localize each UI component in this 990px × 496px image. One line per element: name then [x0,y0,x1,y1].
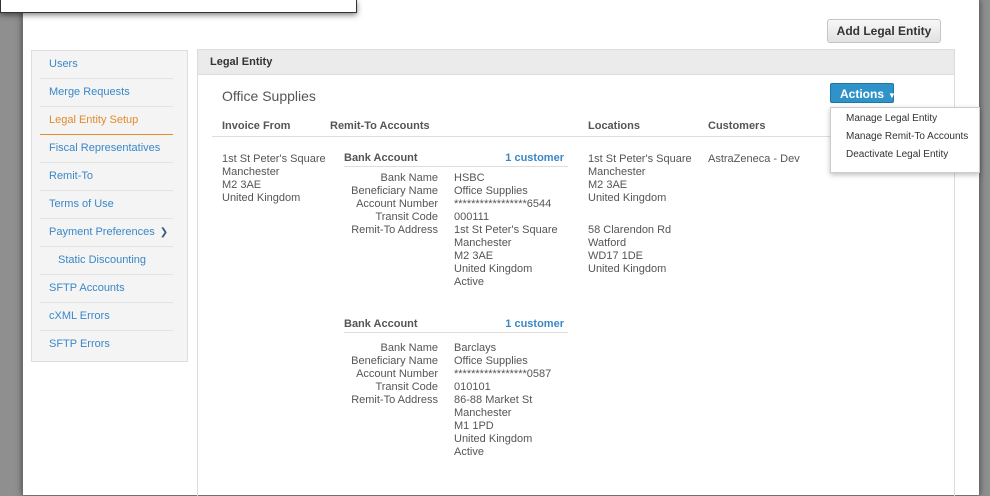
field-value: United Kingdom [454,263,533,275]
sidebar-item-sftp-errors[interactable]: SFTP Errors [40,331,173,358]
header-divider [212,136,930,137]
field-label: Beneficiary Name [351,185,438,197]
field-value: 000111 [454,211,490,223]
field-label: Remit-To Address [351,224,438,236]
field-label: Account Number [356,198,438,210]
invoice-from-line: United Kingdom [222,192,301,204]
sidebar-item-payment-preferences[interactable]: Payment Preferences ❯ [40,219,173,247]
field-label: Beneficiary Name [351,355,438,367]
field-value: United Kingdom [454,433,533,445]
column-header-locations: Locations [588,120,640,132]
panel-header: Legal Entity [198,50,954,75]
column-header-customers: Customers [708,120,766,132]
location-line: 58 Clarendon Rd [588,224,672,236]
bank-account-title: Bank Account [344,318,418,330]
bank-account-divider [344,332,568,333]
field-value: Active [454,276,484,288]
location-line: 1st St Peter's Square [588,153,692,165]
field-value: HSBC [454,172,485,184]
sidebar-item-fiscal-representatives[interactable]: Fiscal Representatives [40,135,173,163]
bank-account-title: Bank Account [344,152,418,164]
sidebar-item-terms-of-use[interactable]: Terms of Use [40,191,173,219]
field-value: M2 3AE [454,250,494,262]
field-value: Manchester [454,407,512,419]
menu-item-manage-remit-to-accounts[interactable]: Manage Remit-To Accounts [831,128,979,146]
field-value: *****************0587 [454,368,552,380]
sidebar-item-label: Payment Preferences [49,226,155,238]
field-value: Barclays [454,342,497,354]
invoice-from-line: M2 3AE [222,179,262,191]
sidebar-item-merge-requests[interactable]: Merge Requests [40,79,173,107]
location-line: Manchester [588,166,646,178]
field-value: 010101 [454,381,491,393]
sidebar-item-sftp-accounts[interactable]: SFTP Accounts [40,275,173,303]
app-window: Add Legal Entity Users Merge Requests Le… [22,0,980,496]
actions-dropdown-menu: Manage Legal Entity Manage Remit-To Acco… [830,107,980,173]
menu-item-manage-legal-entity[interactable]: Manage Legal Entity [831,110,979,128]
field-label: Transit Code [375,381,438,393]
entity-name: Office Supplies [222,88,316,104]
customer-name: AstraZeneca - Dev [708,153,800,165]
column-header-invoice-from: Invoice From [222,120,291,132]
field-label: Account Number [356,368,438,380]
sidebar-item-cxml-errors[interactable]: cXML Errors [40,303,173,331]
field-label: Bank Name [380,342,438,354]
field-label: Transit Code [375,211,438,223]
field-label: Bank Name [380,172,438,184]
invoice-from-line: Manchester [222,166,280,178]
actions-label: Actions [840,87,885,101]
field-value: 1st St Peter's Square [454,224,558,236]
invoice-from-line: 1st St Peter's Square [222,153,326,165]
field-value: Manchester [454,237,512,249]
sidebar: Users Merge Requests Legal Entity Setup … [31,50,188,362]
sidebar-item-static-discounting[interactable]: Static Discounting [40,247,173,275]
location-line: United Kingdom [588,263,667,275]
location-line: WD17 1DE [588,250,644,262]
field-value: Office Supplies [454,355,528,367]
field-value: M1 1PD [454,420,494,432]
sidebar-item-remit-to[interactable]: Remit-To [40,163,173,191]
bank-account-divider [344,166,568,167]
field-value: 86-88 Market St [454,394,533,406]
field-value: Office Supplies [454,185,528,197]
caret-down-icon: ▼ [888,91,896,100]
location-line: Watford [588,237,627,249]
actions-button[interactable]: Actions ▼ [830,83,896,103]
field-label: Remit-To Address [351,394,438,406]
location-line: M2 3AE [588,179,628,191]
sidebar-item-users[interactable]: Users [40,51,173,79]
overlay-popup-window [0,0,357,13]
location-line: United Kingdom [588,192,667,204]
customer-link[interactable]: 1 customer [498,318,564,330]
field-value: Active [454,446,484,458]
column-header-remit-to-accounts: Remit-To Accounts [330,120,430,132]
chevron-down-icon: ❯ [159,227,169,238]
customer-link[interactable]: 1 customer [498,152,564,164]
field-value: *****************6544 [454,198,552,210]
sidebar-item-legal-entity-setup[interactable]: Legal Entity Setup [40,107,173,135]
add-legal-entity-button[interactable]: Add Legal Entity [827,19,941,43]
menu-item-deactivate-legal-entity[interactable]: Deactivate Legal Entity [831,146,979,164]
